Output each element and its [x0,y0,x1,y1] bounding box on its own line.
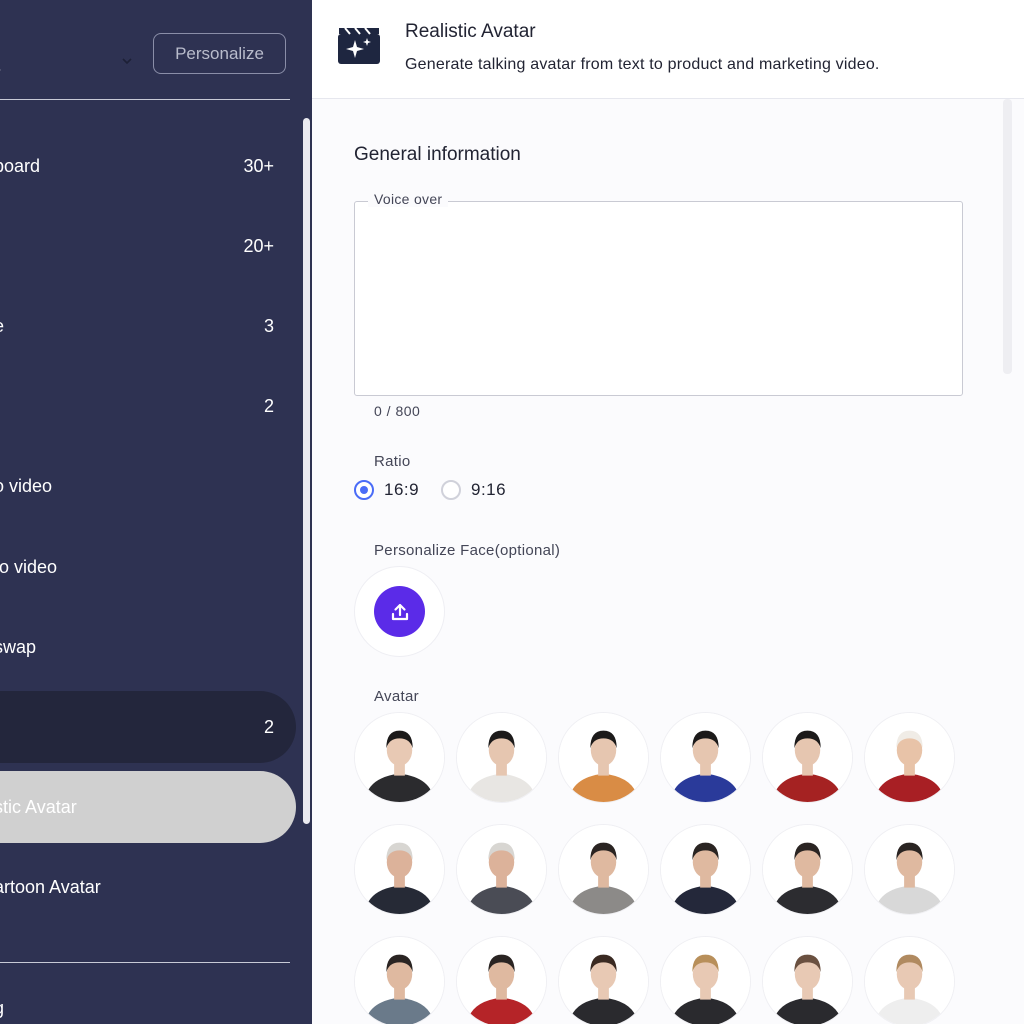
sidebar-item-text-to-video[interactable]: to video [0,531,296,603]
voice-over-label: Voice over [368,191,449,207]
radio-indicator[interactable] [354,480,374,500]
sidebar-item-count: 30+ [243,155,274,176]
avatar-option-older-man-suit[interactable] [354,824,445,915]
character-counter: 0 / 800 [374,403,421,419]
sidebar-item-2[interactable]: 20+ [0,210,296,282]
ratio-radio-16-9[interactable]: 16:9 [354,480,419,500]
sidebar-item-realistic-avatar[interactable]: stic Avatar [0,771,296,843]
voice-over-textarea[interactable] [354,201,963,396]
upload-button[interactable] [374,586,425,637]
sidebar-item-count: 3 [263,315,274,336]
sidebar-item-count: 2 [263,716,274,737]
sidebar-item-face-swap[interactable]: swap [0,611,296,683]
page-header: Realistic Avatar Generate talking avatar… [312,0,1024,99]
avatar-option-woman-black-top[interactable] [558,936,649,1024]
ratio-radio-9-16[interactable]: 9:16 [441,480,506,500]
avatar-option-man-hawaiian[interactable] [354,936,445,1024]
avatar-option-woman-braid-white[interactable] [456,712,547,803]
sidebar-divider [0,99,290,100]
avatar-option-santa[interactable] [864,712,955,803]
radio-indicator[interactable] [441,480,461,500]
avatar-option-woman-red-outfit[interactable] [762,712,853,803]
page-subtitle: Generate talking avatar from text to pro… [405,56,880,73]
personalize-face-label: Personalize Face(optional) [374,542,561,559]
section-title: General information [354,144,521,165]
avatar-option-man-black-jacket[interactable] [762,824,853,915]
sidebar-item-photo-to-video[interactable]: o video [0,450,296,522]
sidebar-item-label: swap [0,636,37,657]
main-content: General information Voice over 0 / 800 R… [312,99,1024,1024]
main-scrollbar[interactable] [1003,99,1012,374]
sidebar-scrollbar[interactable] [303,118,310,824]
avatar-option-man-suit-tie[interactable] [660,824,751,915]
sidebar-item-label: stic Avatar [0,796,77,817]
avatar-option-woman-white-shirt[interactable] [864,936,955,1024]
avatar-option-woman-blue-blazer[interactable] [660,712,751,803]
avatar-option-older-man-plaid[interactable] [456,824,547,915]
radio-label: 9:16 [471,480,507,499]
radio-label: 16:9 [384,480,420,499]
avatar-option-man-grey-shirt[interactable] [558,824,649,915]
sidebar-item-label: e [0,316,4,337]
sidebar: t Personalize board 30+ 20+ e 3 2 o vide… [0,0,312,1024]
chevron-down-icon[interactable] [120,54,134,68]
sidebar-item-cartoon-avatar[interactable]: artoon Avatar [0,851,296,923]
ratio-label: Ratio [374,453,411,470]
sidebar-item-label: g [0,998,4,1019]
sidebar-item-label: o video [0,475,53,496]
sidebar-item-count: 2 [263,395,274,416]
upload-icon [391,603,408,620]
sidebar-item-label: to video [0,556,58,577]
clapperboard-sparkle-icon [338,26,380,64]
personalize-button[interactable]: Personalize [153,33,286,74]
page-title: Realistic Avatar [405,21,536,42]
sidebar-item-avatar[interactable]: r 2 [0,691,296,763]
avatar-option-woman-blonde-black[interactable] [660,936,751,1024]
sidebar-item-bottom[interactable]: g [0,972,296,1024]
sidebar-item-3[interactable]: e 3 [0,290,296,362]
avatar-option-woman-dark-blazer[interactable] [354,712,445,803]
sidebar-item-label: artoon Avatar [0,876,101,897]
sidebar-item-dashboard[interactable]: board 30+ [0,130,296,202]
avatar-option-man-white-tee[interactable] [864,824,955,915]
avatar-label: Avatar [374,688,419,705]
sidebar-item-label: board [0,155,41,176]
avatar-option-woman-suit[interactable] [762,936,853,1024]
avatar-option-woman-orange-top[interactable] [558,712,649,803]
avatar-option-man-red-sweater[interactable] [456,936,547,1024]
sidebar-item-count: 20+ [243,235,274,256]
face-upload[interactable] [354,566,445,657]
sidebar-item-4[interactable]: 2 [0,370,296,442]
sidebar-divider [0,962,290,963]
